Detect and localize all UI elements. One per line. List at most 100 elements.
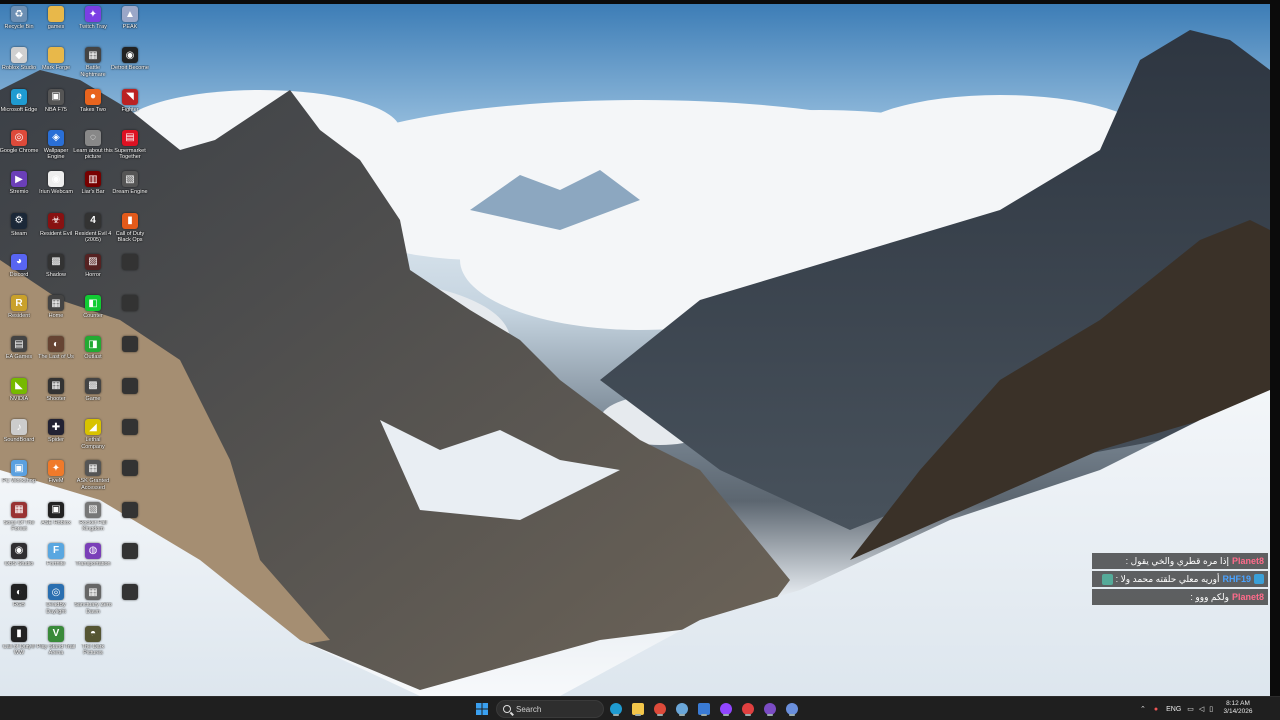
desktop-icon[interactable]: ♪ SoundBoard — [1, 419, 37, 459]
game-icon — [122, 295, 138, 312]
language-indicator[interactable]: ENG — [1166, 706, 1181, 713]
desktop-icon[interactable]: ◈ Wallpaper Engine — [38, 129, 74, 170]
clock-date: 3/14/2026 — [1223, 708, 1253, 715]
desktop-icon[interactable]: e Microsoft Edge — [1, 88, 37, 129]
desktop-icon[interactable]: ◢ Lethal Company — [75, 419, 111, 459]
capture-button[interactable] — [740, 701, 756, 717]
desktop-icon[interactable]: ◥ Fighter — [112, 88, 148, 129]
desktop-icon[interactable]: ▧ Rocket Fall Kingdom — [75, 501, 111, 542]
desktop-icon[interactable]: R Resident — [1, 295, 37, 335]
desktop-icon-label: Google Chrome — [0, 147, 39, 154]
desktop-icon[interactable]: ◍ Transportation — [75, 542, 111, 583]
desktop-icon[interactable]: ▩ Shadow — [38, 253, 74, 294]
start-button[interactable] — [474, 701, 490, 717]
desktop-icon[interactable]: ◓ The Dark Pictures — [75, 625, 111, 666]
chevron-up-icon[interactable]: ⌃ — [1140, 705, 1146, 713]
desktop-icon[interactable]: ▮ Call of Duty® WW — [1, 625, 37, 666]
desktop-icon[interactable]: ▣ ASE Roblox — [38, 501, 74, 542]
desktop-icon[interactable]: ● Takes Two — [75, 88, 111, 129]
taskbar-search-box[interactable]: Search — [496, 700, 604, 718]
desktop-icon[interactable]: games — [38, 6, 74, 46]
desktop-icon[interactable] — [112, 253, 148, 294]
edge-button[interactable] — [608, 701, 624, 717]
desktop-icon[interactable]: ▩ Game — [75, 377, 111, 418]
game-icon: ▮ — [122, 212, 138, 229]
desktop-icon[interactable]: 4 Resident Evil 4 (2005) — [75, 212, 111, 253]
stremio-button[interactable] — [762, 701, 778, 717]
game-icon: ▮ — [11, 625, 27, 642]
clock[interactable]: 8:12 AM 3/14/2026 — [1218, 700, 1258, 716]
game-icon — [122, 419, 138, 435]
desktop-icon[interactable]: ◎ DeadBy Daylight — [38, 584, 74, 624]
desktop-icon[interactable]: ▨ Horror — [75, 253, 111, 294]
browser-button[interactable] — [784, 701, 800, 717]
desktop-icon[interactable]: Mark Forge — [38, 47, 74, 87]
desktop-icon[interactable]: ☣ Resident Evil — [38, 212, 74, 253]
desktop-icon[interactable]: ◕ Discord — [1, 253, 37, 294]
desktop-icon[interactable]: ▥ Liar's Bar — [75, 171, 111, 211]
desktop-icon[interactable]: ◐ RGB — [1, 584, 37, 624]
desktop-icon[interactable]: ◧ Counter — [75, 295, 111, 335]
desktop-icon[interactable] — [112, 542, 148, 583]
game-icon: ◥ — [122, 88, 138, 105]
desktop-icon[interactable]: V Play Stand Trail Arena — [37, 625, 75, 666]
desktop-icon[interactable]: ◣ NVIDIA — [1, 377, 37, 418]
desktop-icon[interactable] — [112, 336, 148, 376]
desktop-icon[interactable]: ▤ EA Games — [1, 336, 37, 376]
desktop-icon[interactable]: ▮ Call of Duty Black Ops — [112, 212, 148, 253]
desktop-icon[interactable]: F Fortnite — [38, 542, 74, 583]
desktop-icon[interactable]: ◆ Roblox Studio — [1, 47, 37, 87]
desktop-icon[interactable]: ⚙ Steam — [1, 212, 37, 253]
desktop-icon-label: NBA F75 — [44, 106, 67, 113]
chrome-button[interactable] — [652, 701, 668, 717]
desktop-icon[interactable] — [112, 584, 148, 624]
desktop-icon[interactable]: ▤ Supermarket Together — [112, 129, 148, 170]
desktop-icon[interactable]: ▶ Stremio — [1, 171, 37, 211]
badge-icon — [1254, 574, 1264, 584]
desktop-icon[interactable]: ▦ Sanctuary Zero Dawn — [74, 584, 112, 624]
desktop-icon-label: Fighter — [121, 106, 139, 113]
desktop-icon-label: Shooter — [46, 395, 66, 402]
microphone-icon[interactable]: ● — [1154, 706, 1158, 713]
desktop-icon[interactable] — [112, 460, 148, 500]
desktop-icon[interactable]: ▲ PEAK — [112, 6, 148, 46]
desktop-icon[interactable]: ✦ FiveM — [38, 460, 74, 500]
desktop-icon[interactable]: ✦ Twitch Tray — [75, 6, 111, 46]
desktop-icon[interactable]: ▦ Shooter — [38, 377, 74, 418]
desktop-icon-label: Spider — [48, 437, 64, 443]
files-button[interactable] — [630, 701, 646, 717]
battery-icon[interactable]: ▯ — [1209, 705, 1213, 713]
desktop-icon[interactable]: ◉ Iriun Webcam — [38, 171, 74, 211]
desktop-icon-label: PEAK — [122, 24, 138, 30]
desktop-icon[interactable]: ♻ Recycle Bin — [1, 6, 37, 46]
desktop-icon-label: Twitch Tray — [79, 24, 107, 30]
running-indicator — [657, 714, 663, 716]
game-icon: ☣ — [48, 212, 64, 229]
desktop-icon[interactable]: ▦ Home — [38, 295, 74, 335]
desktop-icon[interactable] — [112, 377, 148, 418]
desktop-icon[interactable]: ◉ Detroit Become — [111, 47, 149, 87]
desktop-icon[interactable] — [112, 419, 148, 459]
desktop-icon[interactable]: ✚ Spider — [38, 419, 74, 459]
desktop-icon[interactable]: ▦ Battle Nightmare — [75, 47, 111, 87]
desktop-icon[interactable]: ▣ NBA F75 — [38, 88, 74, 129]
twitch-button[interactable] — [718, 701, 734, 717]
desktop-icon[interactable]: ◎ Google Chrome — [0, 129, 39, 170]
desktop-icon[interactable]: ◐ The Last of Us — [38, 336, 74, 376]
volume-icon[interactable]: ◁ — [1199, 705, 1204, 713]
desktop-icon[interactable]: ▧ Dream Engine — [112, 171, 148, 211]
desktop-icon-label: Iriun Webcam — [39, 189, 73, 196]
desktop-icon[interactable]: ◨ Outlast — [75, 336, 111, 376]
desktop-icon[interactable] — [112, 501, 148, 542]
desktop-icon-label: Takes Two — [80, 106, 106, 113]
desktop-icon[interactable]: ▦ ASK Granted Accessed — [75, 460, 111, 500]
network-icon[interactable]: ▭ — [1187, 705, 1194, 713]
store-button[interactable] — [696, 701, 712, 717]
desktop-icon[interactable]: ◌ Learn about this picture — [73, 129, 113, 170]
game-icon: ▦ — [11, 501, 27, 518]
desktop-icon[interactable]: ◉ OBS Studio — [1, 542, 37, 583]
desktop-icon[interactable] — [112, 295, 148, 335]
steam-button[interactable] — [674, 701, 690, 717]
desktop-icon[interactable]: ▣ PC Workshop — [1, 460, 37, 500]
desktop-icon[interactable]: ▦ Sons Of The Forest — [1, 501, 37, 542]
